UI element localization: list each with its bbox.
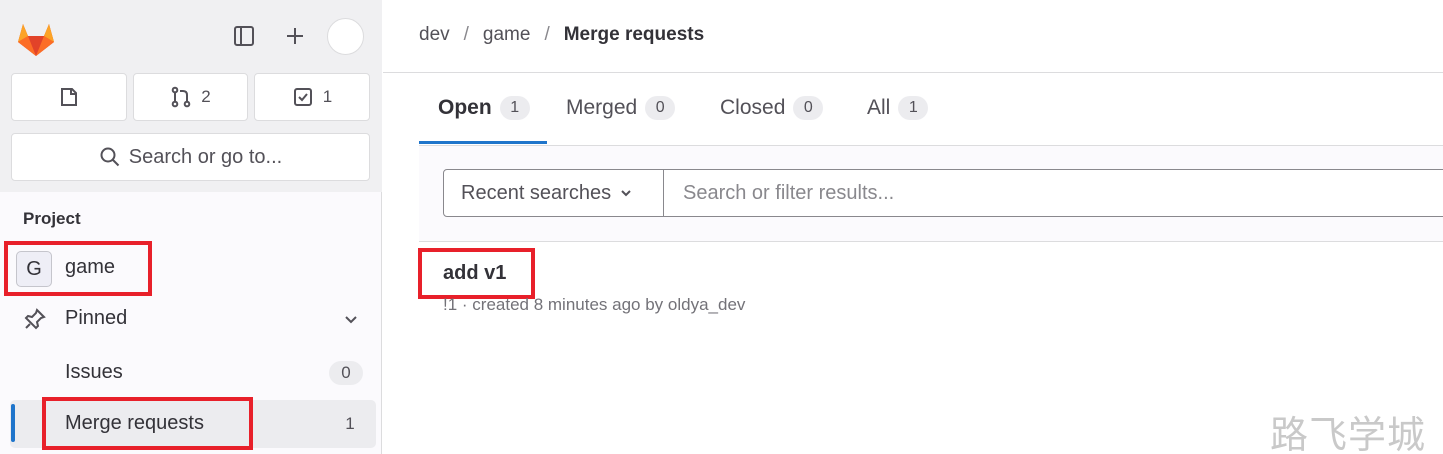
search-label: Search or go to... xyxy=(128,145,283,168)
tab-closed-label: Closed xyxy=(720,96,786,119)
search-icon xyxy=(100,147,119,167)
breadcrumb-item-current[interactable]: Merge requests xyxy=(564,24,704,46)
watermark: 路飞学城 xyxy=(1270,413,1427,454)
chevron-down-icon[interactable] xyxy=(342,311,360,329)
tab-closed-count: 0 xyxy=(793,96,824,120)
user-avatar[interactable] xyxy=(327,18,364,55)
merge-requests-count: 2 xyxy=(201,87,211,106)
search-button[interactable]: Search or go to... xyxy=(11,133,370,181)
tab-open-count: 1 xyxy=(499,96,530,120)
checkbox-icon xyxy=(293,88,312,106)
sidebar-item-issues[interactable]: Issues xyxy=(65,361,123,384)
active-tab-underline xyxy=(419,141,547,144)
tab-merged[interactable]: Merged 0 xyxy=(566,96,676,120)
recent-searches-label: Recent searches xyxy=(461,181,612,204)
merge-request-title-link[interactable]: add v1 xyxy=(443,262,506,285)
breadcrumb-item-game[interactable]: game xyxy=(483,24,531,46)
plus-icon[interactable] xyxy=(277,18,313,54)
header-divider xyxy=(383,72,1443,73)
sidebar-toggle-icon[interactable] xyxy=(226,18,262,54)
recent-searches-dropdown[interactable]: Recent searches xyxy=(443,169,664,217)
todo-button[interactable] xyxy=(11,73,127,121)
issues-count: 1 xyxy=(322,87,333,106)
tab-merged-label: Merged xyxy=(566,96,638,119)
tab-closed[interactable]: Closed 0 xyxy=(720,96,824,120)
merge-requests-count-badge: 1 xyxy=(333,412,367,436)
tab-all-label: All xyxy=(867,96,891,119)
merge-request-meta: !1 · created 8 minutes ago by oldya_dev xyxy=(443,295,746,314)
pinned-section-toggle[interactable]: Pinned xyxy=(65,307,127,330)
breadcrumb-separator: / xyxy=(463,24,469,45)
tab-merged-count: 0 xyxy=(645,96,676,120)
highlight-box-project xyxy=(4,241,152,296)
chevron-down-icon xyxy=(621,190,631,197)
highlight-box-merge-requests xyxy=(42,397,253,450)
breadcrumb: dev / game / Merge requests xyxy=(419,24,704,46)
active-indicator xyxy=(11,404,15,442)
issues-count-badge: 0 xyxy=(329,361,363,385)
tab-open[interactable]: Open 1 xyxy=(438,96,530,120)
section-label: Project xyxy=(23,209,81,228)
tab-all[interactable]: All 1 xyxy=(867,96,929,120)
tab-open-label: Open xyxy=(438,96,492,119)
pin-icon xyxy=(24,308,46,330)
tab-all-count: 1 xyxy=(898,96,929,120)
filter-search-input[interactable]: Search or filter results... xyxy=(663,169,1443,217)
issues-count-button[interactable]: 1 xyxy=(254,73,370,121)
breadcrumb-item-dev[interactable]: dev xyxy=(419,24,450,46)
breadcrumb-separator: / xyxy=(544,24,550,45)
todo-icon xyxy=(61,88,77,106)
gitlab-logo-icon[interactable] xyxy=(14,16,58,60)
merge-request-icon xyxy=(171,86,191,108)
merge-requests-count-button[interactable]: 2 xyxy=(133,73,248,121)
state-tabs: Open 1 Merged 0 Closed 0 All 1 xyxy=(419,90,1443,146)
